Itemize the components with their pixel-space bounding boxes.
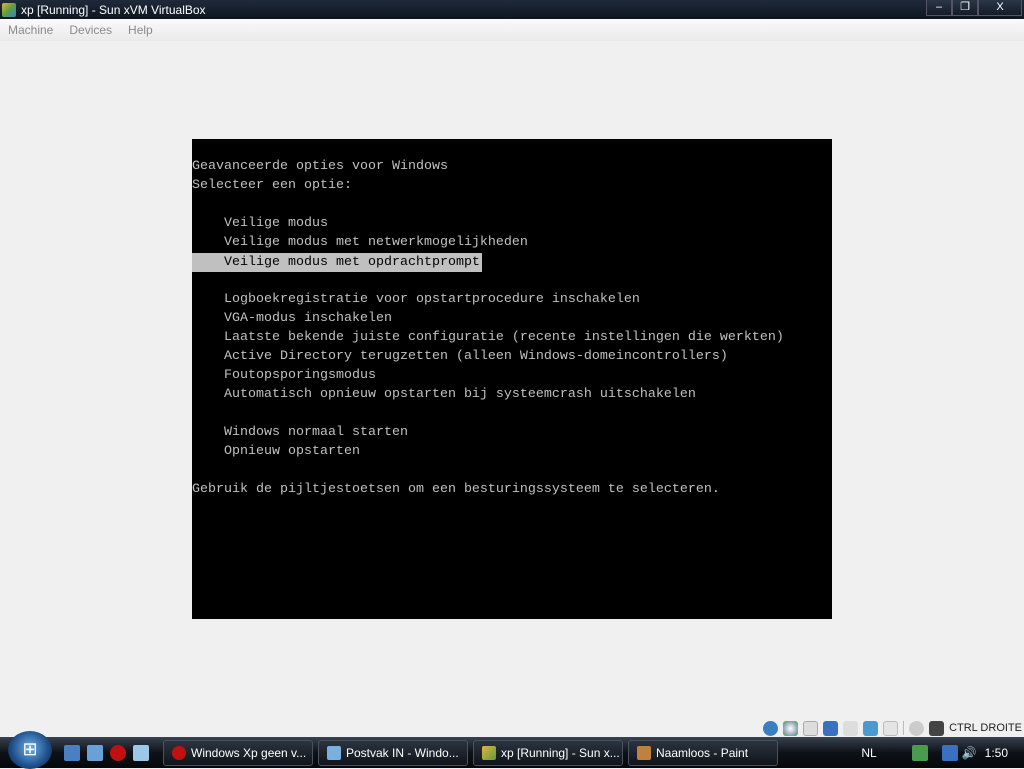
menu-bar: Machine Devices Help xyxy=(0,19,1024,41)
taskbar: ⊞ Windows Xp geen v... Postvak IN - Wind… xyxy=(0,730,1024,769)
boot-option-selected[interactable]: Veilige modus met opdrachtprompt xyxy=(192,253,482,272)
opera-icon[interactable] xyxy=(110,744,126,761)
vm-status-bar: CTRL DROITE xyxy=(763,719,1022,737)
console-line[interactable]: VGA-modus inschakelen xyxy=(192,309,832,328)
mail-icon xyxy=(327,745,341,760)
console-line[interactable]: Veilige modus met netwerkmogelijkheden xyxy=(192,233,832,252)
switch-windows-icon[interactable] xyxy=(87,744,103,761)
cd-icon[interactable] xyxy=(783,720,799,736)
console-line[interactable]: Veilige modus xyxy=(192,214,832,233)
floppy-icon[interactable] xyxy=(803,720,819,736)
console-line: Geavanceerde opties voor Windows xyxy=(192,159,448,174)
title-bar: xp [Running] - Sun xVM VirtualBox – ❐ X xyxy=(0,0,1024,19)
host-key-label: CTRL DROITE xyxy=(949,722,1022,734)
status-divider xyxy=(903,721,905,735)
vm-console-screen[interactable]: Geavanceerde opties voor Windows Selectee… xyxy=(192,139,832,619)
close-button[interactable]: X xyxy=(978,0,1022,16)
tray-app-icon[interactable] xyxy=(911,744,928,761)
restore-button[interactable]: ❐ xyxy=(952,0,978,16)
show-desktop-icon[interactable] xyxy=(64,744,80,761)
volume-icon[interactable]: 🔊 xyxy=(962,746,977,760)
language-indicator[interactable]: NL xyxy=(861,746,876,760)
virtualbox-app-icon xyxy=(2,2,16,17)
shared-folder-icon[interactable] xyxy=(863,720,879,736)
menu-help[interactable]: Help xyxy=(120,23,161,37)
task-label: Naamloos - Paint xyxy=(656,745,749,760)
task-mail[interactable]: Postvak IN - Windo... xyxy=(318,739,468,766)
console-line: Gebruik de pijltjestoetsen om een bestur… xyxy=(192,482,720,497)
vrdp-icon[interactable] xyxy=(883,720,899,736)
task-virtualbox[interactable]: xp [Running] - Sun x... xyxy=(473,739,623,766)
console-line[interactable]: Windows normaal starten xyxy=(192,423,832,442)
minimize-button[interactable]: – xyxy=(926,0,952,16)
opera-icon xyxy=(172,745,186,760)
console-line[interactable]: Opnieuw opstarten xyxy=(192,442,832,461)
windows-logo-icon: ⊞ xyxy=(22,739,38,759)
console-line: Selecteer een optie: xyxy=(192,178,352,193)
console-line[interactable]: Active Directory terugzetten (alleen Win… xyxy=(192,347,832,366)
virtualbox-quicklaunch-icon[interactable] xyxy=(133,744,149,761)
menu-devices[interactable]: Devices xyxy=(61,23,120,37)
hard-disk-icon[interactable] xyxy=(763,720,779,736)
console-line[interactable]: Logboekregistratie voor opstartprocedure… xyxy=(192,290,832,309)
window-title: xp [Running] - Sun xVM VirtualBox xyxy=(21,2,206,17)
task-label: Windows Xp geen v... xyxy=(191,745,307,760)
console-line[interactable]: Foutopsporingsmodus xyxy=(192,366,832,385)
start-button[interactable]: ⊞ xyxy=(8,730,52,769)
task-paint[interactable]: Naamloos - Paint xyxy=(628,739,778,766)
mouse-integration-icon[interactable] xyxy=(909,720,925,736)
console-line[interactable]: Automatisch opnieuw opstarten bij systee… xyxy=(192,385,832,404)
virtualbox-icon xyxy=(482,745,496,760)
menu-machine[interactable]: Machine xyxy=(0,23,61,37)
task-opera[interactable]: Windows Xp geen v... xyxy=(163,739,313,766)
network-icon[interactable] xyxy=(823,720,839,736)
usb-icon[interactable] xyxy=(843,720,859,736)
paint-icon xyxy=(637,745,651,760)
system-tray: NL 🔊 1:50 xyxy=(861,737,1024,768)
host-key-icon xyxy=(929,720,945,736)
clock[interactable]: 1:50 xyxy=(985,746,1008,760)
task-label: Postvak IN - Windo... xyxy=(346,745,459,760)
task-label: xp [Running] - Sun x... xyxy=(501,745,620,760)
network-tray-icon[interactable] xyxy=(941,744,958,761)
console-line[interactable]: Laatste bekende juiste configuratie (rec… xyxy=(192,328,832,347)
